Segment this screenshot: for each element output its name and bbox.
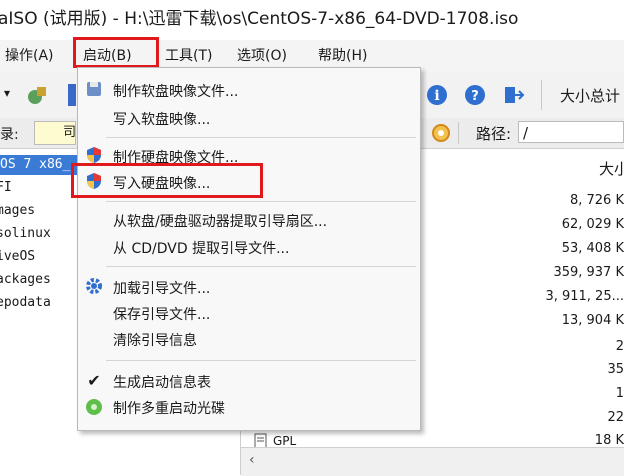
clear-boot-info-item[interactable]: 清除引导信息 [113,330,197,350]
file-name[interactable]: GPL [273,434,296,448]
file-size: 18 K [594,433,624,448]
exit-icon[interactable] [503,84,525,106]
file-size: 62, 029 K [561,217,624,232]
extract-boot-sector-item[interactable]: 从软盘/硬盘驱动器提取引导扇区... [113,211,327,231]
green-disc-icon [86,399,102,415]
file-size: 3, 911, 25... [545,289,624,304]
tree-item-selected[interactable]: OS 7 x86_ [0,155,78,175]
gear-icon [86,278,102,294]
menu-separator [106,360,416,361]
scroll-left-icon[interactable]: ‹ [249,452,255,468]
file-size: 2 [615,339,624,354]
path-label: 路径: [476,125,512,143]
file-size: 8, 726 K [569,193,624,208]
tree-item[interactable]: ackages [0,271,51,289]
make-floppy-image-item[interactable]: 制作软盘映像文件... [113,81,238,101]
cd-tool-icon[interactable] [26,84,48,106]
shield-icon [87,147,101,163]
generate-boot-info-table-item[interactable]: 生成启动信息表 [113,372,211,392]
file-size: 35 [607,362,624,377]
file-size: 13, 904 K [561,313,624,328]
tree-item[interactable]: mages [0,202,35,220]
menu-tools[interactable]: 工具(T) [165,46,212,66]
file-size: 1 [615,386,624,401]
size-total-label: 大小总计 [560,87,621,105]
svg-text:?: ? [471,89,479,104]
menu-options[interactable]: 选项(O) [237,46,287,66]
boot-menu-highlight [73,37,159,68]
left-path-label: 录: [0,127,19,143]
menu-separator [106,201,416,202]
svg-text:i: i [434,88,439,104]
extract-cd-boot-file-item[interactable]: 从 CD/DVD 提取引导文件... [113,238,289,258]
boot-dropdown-menu: 制作软盘映像文件... 写入软盘映像... 制作硬盘映像文件... 写入硬盘映像… [77,67,421,431]
tree-item[interactable]: solinux [0,225,51,243]
info-icon[interactable]: i [426,84,448,106]
load-boot-file-item[interactable]: 加载引导文件... [113,278,210,298]
write-hdd-image-highlight [71,163,263,198]
checkmark-icon: ✔ [87,371,101,390]
save-boot-file-item[interactable]: 保存引导文件... [113,304,210,324]
help-icon[interactable]: ? [464,84,486,106]
tree-item[interactable]: FI [0,179,12,197]
menu-help[interactable]: 帮助(H) [318,46,367,66]
write-floppy-image-item[interactable]: 写入软盘映像... [113,109,210,129]
menu-separator [106,137,416,138]
menu-operate[interactable]: 操作(A) [5,46,54,66]
save-icon[interactable] [68,84,76,106]
size-column-header[interactable]: 大小 [599,158,624,179]
address-divider [458,122,459,144]
left-path-field[interactable]: 司 [34,121,76,145]
toolbar-divider [541,80,542,110]
refresh-icon[interactable] [430,122,452,144]
menu-separator [106,266,416,267]
path-input[interactable]: / [518,121,624,143]
tree-item[interactable]: iveOS [0,248,35,266]
horizontal-scrollbar[interactable]: ‹ [241,447,624,476]
file-size: 22 [607,410,624,425]
window-title: aISO (试用版) - H:\迅雷下载\os\CentOS-7-x86_64-… [0,0,624,38]
tree-item[interactable]: epodata [0,294,51,312]
file-size: 359, 937 K [553,265,624,280]
floppy-image-icon [87,82,101,96]
dropdown-arrow-icon[interactable]: ▾ [4,86,10,100]
file-size: 53, 408 K [561,241,624,256]
make-multiboot-disc-item[interactable]: 制作多重启动光碟 [113,398,225,418]
